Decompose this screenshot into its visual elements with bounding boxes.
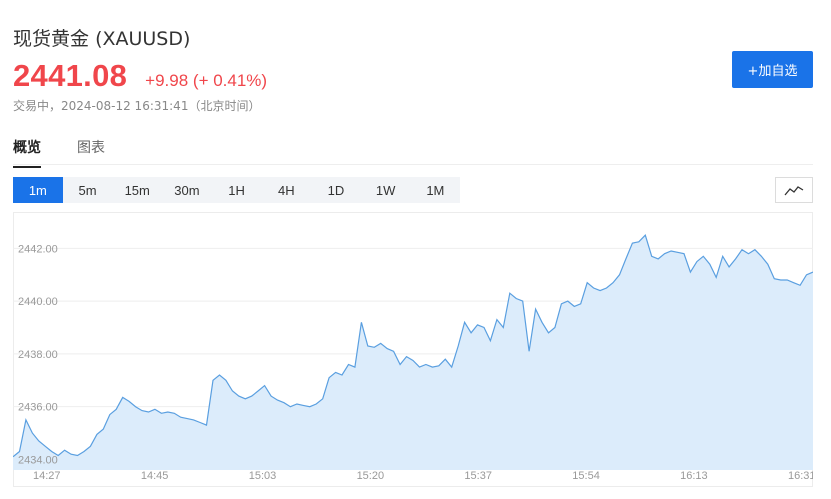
- period-1d[interactable]: 1D: [311, 177, 361, 203]
- trading-status: 交易中，2024-08-12 16:31:41（北京时间）: [13, 99, 261, 113]
- x-tick-label: 15:37: [464, 470, 492, 482]
- period-1h[interactable]: 1H: [212, 177, 262, 203]
- period-selector: 1m 5m 15m 30m 1H 4H 1D 1W 1M: [13, 177, 461, 203]
- x-tick-label: 14:27: [33, 470, 61, 482]
- chart-type-button[interactable]: [775, 177, 813, 203]
- period-1mo[interactable]: 1M: [411, 177, 461, 203]
- price-chart[interactable]: 2442.00 2440.00 2438.00 2436.00 2434.00 14:27…: [13, 212, 813, 487]
- x-tick-label: 16:31: [788, 470, 813, 482]
- period-15m[interactable]: 15m: [112, 177, 162, 203]
- x-tick-label: 15:03: [249, 470, 277, 482]
- add-to-watchlist-button[interactable]: +加自选: [732, 51, 813, 88]
- y-tick-label: 2440.00: [18, 296, 58, 308]
- period-30m[interactable]: 30m: [162, 177, 212, 203]
- price-change: +9.98 (+ 0.41%): [145, 71, 268, 90]
- period-4h[interactable]: 4H: [261, 177, 311, 203]
- period-1m[interactable]: 1m: [13, 177, 63, 203]
- x-tick-label: 15:20: [357, 470, 385, 482]
- period-5m[interactable]: 5m: [63, 177, 113, 203]
- x-tick-label: 15:54: [572, 470, 600, 482]
- tab-divider: [13, 164, 813, 165]
- instrument-title: 现货黄金 (XAUUSD): [13, 24, 190, 51]
- instrument-symbol: (XAUUSD): [95, 28, 191, 50]
- instrument-name: 现货黄金: [13, 28, 90, 50]
- current-price: 2441.08: [13, 58, 128, 93]
- y-tick-label: 2442.00: [18, 243, 58, 255]
- x-tick-label: 16:13: [680, 470, 708, 482]
- x-tick-label: 14:45: [141, 470, 169, 482]
- y-tick-label: 2434.00: [18, 454, 58, 466]
- y-tick-label: 2438.00: [18, 349, 58, 361]
- price-row: 2441.08 +9.98 (+ 0.41%): [13, 58, 267, 94]
- line-chart-icon: [784, 186, 804, 196]
- y-tick-label: 2436.00: [18, 402, 58, 414]
- period-1w[interactable]: 1W: [361, 177, 411, 203]
